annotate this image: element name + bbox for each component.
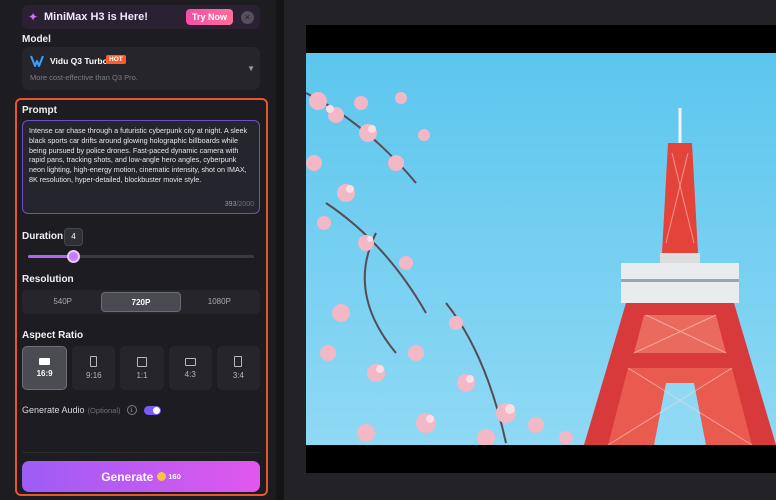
prompt-textarea[interactable]: Intense car chase through a futuristic c…	[22, 120, 260, 214]
video-player[interactable]	[306, 25, 776, 473]
hot-badge: HOT	[106, 55, 126, 64]
preview-panel	[284, 0, 776, 500]
divider	[22, 452, 260, 453]
try-now-button[interactable]: Try Now	[185, 9, 233, 25]
video-preview-image	[306, 53, 776, 445]
duration-label: Duration	[22, 231, 64, 242]
generate-audio-toggle[interactable]	[143, 405, 161, 415]
aspect-ratio-selector: 16:9 9:16 1:1 4:3 3:4	[22, 346, 261, 390]
tokyo-tower-scene	[306, 53, 776, 445]
aspect-option-4-3[interactable]: 4:3	[168, 346, 212, 390]
generate-label: Generate	[101, 469, 154, 484]
char-max: /2000	[236, 201, 254, 208]
model-name: Vidu Q3 Turbo	[50, 56, 108, 66]
prompt-label: Prompt	[22, 105, 57, 116]
aspect-option-9-16[interactable]: 9:16	[72, 346, 116, 390]
prompt-text: Intense car chase through a futuristic c…	[29, 126, 248, 184]
duration-slider[interactable]	[28, 250, 254, 263]
aspect-ratio-text: 16:9	[36, 369, 53, 378]
chevron-down-icon[interactable]: ▼	[247, 64, 255, 73]
optional-tag: (Optional)	[87, 405, 121, 415]
aspect-ratio-text: 4:3	[184, 369, 196, 379]
app-root: ✦ MiniMax H3 is Here! Try Now × Model Vi…	[0, 0, 776, 500]
generate-audio-label: Generate Audio	[22, 405, 85, 415]
char-counter: 393/2000	[225, 201, 254, 208]
generate-cost: 160	[168, 472, 181, 481]
aspect-option-16-9[interactable]: 16:9	[22, 346, 68, 390]
generate-audio-row: Generate Audio (Optional) i	[22, 405, 161, 415]
resolution-label: Resolution	[22, 274, 74, 285]
aspect-option-3-4[interactable]: 3:4	[216, 346, 261, 390]
info-icon[interactable]: i	[126, 405, 137, 415]
resolution-selector: 540P 720P 1080P	[22, 290, 260, 314]
close-icon[interactable]: ×	[241, 10, 254, 24]
landscape-shape-icon	[184, 357, 196, 366]
landscape-shape-icon	[39, 358, 51, 365]
credit-coin-icon	[157, 472, 167, 481]
resolution-option-540p[interactable]: 540P	[24, 292, 101, 312]
portrait-shape-icon	[90, 356, 98, 367]
sparkle-icon: ✦	[28, 10, 39, 24]
model-subtitle: More cost-effective than Q3 Pro.	[30, 73, 138, 82]
aspect-option-1-1[interactable]: 1:1	[120, 346, 164, 390]
vidu-logo-icon	[30, 55, 44, 67]
generate-button[interactable]: Generate 160	[22, 461, 260, 492]
aspect-ratio-text: 1:1	[136, 370, 148, 380]
resolution-option-720p[interactable]: 720P	[101, 292, 181, 312]
portrait-shape-icon	[234, 356, 243, 367]
aspect-ratio-label: Aspect Ratio	[22, 330, 84, 341]
aspect-ratio-text: 3:4	[232, 371, 244, 380]
promo-banner[interactable]: ✦ MiniMax H3 is Here! Try Now ×	[22, 5, 260, 29]
banner-title: MiniMax H3 is Here!	[44, 11, 148, 23]
char-count: 393	[224, 201, 237, 208]
model-label: Model	[22, 34, 51, 45]
model-select[interactable]: Vidu Q3 Turbo HOT More cost-effective th…	[22, 47, 260, 90]
settings-panel: ✦ MiniMax H3 is Here! Try Now × Model Vi…	[0, 0, 276, 500]
resolution-option-1080p[interactable]: 1080P	[181, 292, 258, 312]
square-shape-icon	[137, 356, 147, 367]
duration-value: 4	[64, 228, 83, 246]
aspect-ratio-text: 9:16	[86, 371, 102, 380]
